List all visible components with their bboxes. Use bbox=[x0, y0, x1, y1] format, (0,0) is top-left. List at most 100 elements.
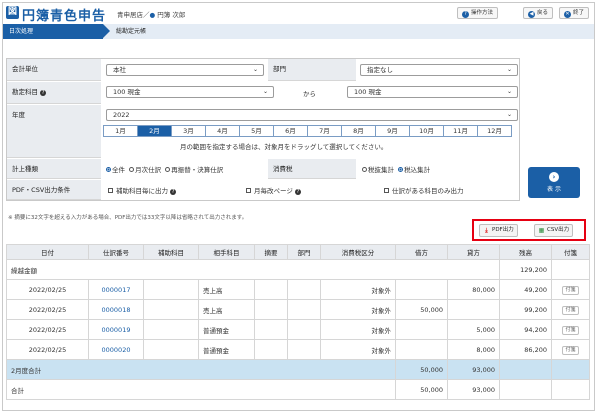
month-7[interactable]: 7月 bbox=[308, 126, 342, 136]
cell-credit: 8,000 bbox=[447, 339, 500, 360]
month-11[interactable]: 11月 bbox=[444, 126, 478, 136]
pdf-opt-sub[interactable]: 補助科目毎に出力 ? bbox=[108, 185, 177, 195]
dept-select[interactable]: 指定なし ⌄ bbox=[360, 64, 518, 76]
carryover-label: 繰越金額 bbox=[6, 259, 500, 280]
cell-balance: 94,200 bbox=[499, 319, 552, 340]
show-button[interactable]: › 表 示 bbox=[528, 167, 580, 198]
total-label: 合計 bbox=[6, 379, 396, 400]
ledger-table: 日付 仕訳番号 補助科目 相手科目 摘要 部門 消費税区分 借方 貸方 残高 付箋 繰越金額 129… bbox=[6, 244, 590, 400]
cell-date: 2022/02/25 bbox=[6, 319, 89, 340]
cell-tax: 対象外 bbox=[320, 319, 396, 340]
cell-sub bbox=[143, 279, 199, 300]
tax-label: 消費税 bbox=[268, 159, 356, 179]
carryover-tag bbox=[551, 259, 590, 280]
pdf-icon: ⤓ bbox=[485, 227, 488, 234]
calc-option-all[interactable]: 全件 bbox=[106, 166, 125, 174]
account-to-select[interactable]: 100 現金 ⌄ bbox=[347, 86, 518, 98]
cell-date: 2022/02/25 bbox=[6, 339, 89, 360]
table-row: 2022/02/25 0000020 普通預金 対象外 8,000 86,200 付箋 bbox=[6, 339, 590, 360]
pdf-opt-sub-label: 補助科目毎に出力 bbox=[116, 187, 168, 195]
total-tag bbox=[551, 379, 590, 400]
cell-balance: 86,200 bbox=[499, 339, 552, 360]
month-8[interactable]: 8月 bbox=[342, 126, 376, 136]
sticky-note-button[interactable]: 付箋 bbox=[562, 345, 579, 355]
close-button[interactable]: ✕ 終了 bbox=[559, 7, 590, 19]
cell-sub bbox=[143, 319, 199, 340]
cell-date: 2022/02/25 bbox=[6, 299, 89, 320]
app-logo-icon: 図 bbox=[6, 6, 19, 19]
sticky-note-button[interactable]: 付箋 bbox=[562, 305, 579, 315]
help-icon[interactable]: ? bbox=[294, 189, 301, 195]
chevron-down-icon: ⌄ bbox=[506, 66, 512, 73]
col-header: 部門 bbox=[287, 244, 321, 260]
cell-credit: 5,000 bbox=[447, 319, 500, 340]
tax-option-incl-label: 税込集計 bbox=[404, 166, 431, 174]
carryover-row: 繰越金額 129,200 bbox=[6, 259, 590, 280]
unit-select[interactable]: 本社 ⌄ bbox=[106, 64, 264, 76]
dept-label: 部門 bbox=[268, 59, 356, 81]
month-3[interactable]: 3月 bbox=[172, 126, 206, 136]
calc-option-closing[interactable]: 再振替・決算仕訳 bbox=[165, 166, 223, 174]
radio-off-icon bbox=[129, 167, 135, 172]
export-highlight: ⤓ PDF出力 ▦ CSV出力 bbox=[472, 219, 586, 241]
close-button-label: 終了 bbox=[573, 10, 585, 16]
help-icon[interactable]: ? bbox=[40, 90, 47, 96]
cell-no[interactable]: 0000018 bbox=[88, 299, 144, 320]
col-header: 残高 bbox=[499, 244, 552, 260]
account-from-select[interactable]: 100 現金 ⌄ bbox=[106, 86, 274, 98]
checkbox-icon bbox=[108, 188, 113, 193]
month-6[interactable]: 6月 bbox=[274, 126, 308, 136]
total-label: 2月度合計 bbox=[6, 359, 396, 380]
month-hint: 月の範囲を指定する場合は、対象月をドラッグして選択してください。 bbox=[180, 143, 388, 151]
help-button[interactable]: ? 操作方法 bbox=[457, 7, 499, 19]
chevron-down-icon: ⌄ bbox=[506, 111, 512, 118]
total-credit: 93,000 bbox=[447, 379, 500, 400]
cell-tax: 対象外 bbox=[320, 279, 396, 300]
cell-debit bbox=[395, 279, 448, 300]
pdf-opt-only[interactable]: 仕訳がある科目のみ出力 bbox=[384, 185, 464, 195]
col-header: 相手科目 bbox=[198, 244, 255, 260]
col-header: 仕訳番号 bbox=[88, 244, 144, 260]
tax-option-incl[interactable]: 税込集計 bbox=[398, 166, 430, 174]
calc-options: 全件 月次仕訳 再振替・決算仕訳 bbox=[106, 164, 223, 174]
tax-option-excl[interactable]: 税抜集計 bbox=[362, 166, 394, 174]
radio-on-icon bbox=[398, 167, 404, 172]
app-header: 図 円簿青色申告 青申居店／● 円簿 次郎 ? 操作方法 ◀ 戻る ✕ 終了 bbox=[3, 3, 594, 24]
breadcrumb-daily[interactable]: 日次処理 bbox=[3, 24, 110, 39]
unit-label: 会計単位 bbox=[7, 59, 101, 81]
pdf-export-button[interactable]: ⤓ PDF出力 bbox=[479, 224, 518, 237]
month-9[interactable]: 9月 bbox=[376, 126, 410, 136]
month-10[interactable]: 10月 bbox=[410, 126, 444, 136]
sticky-note-button[interactable]: 付箋 bbox=[562, 325, 579, 335]
arrow-right-icon: › bbox=[549, 172, 559, 182]
cell-counter: 普通預金 bbox=[198, 319, 255, 340]
cell-credit bbox=[447, 299, 500, 320]
account-label-text: 勘定科目 bbox=[12, 88, 38, 96]
show-button-label: 表 示 bbox=[547, 186, 561, 193]
month-2[interactable]: 2月 bbox=[138, 126, 172, 136]
back-button[interactable]: ◀ 戻る bbox=[523, 7, 554, 19]
cell-no[interactable]: 0000019 bbox=[88, 319, 144, 340]
calc-option-monthly[interactable]: 月次仕訳 bbox=[129, 166, 161, 174]
account-label: 勘定科目 ? bbox=[7, 82, 101, 104]
cell-no[interactable]: 0000020 bbox=[88, 339, 144, 360]
col-header: 借方 bbox=[395, 244, 448, 260]
cell-no[interactable]: 0000017 bbox=[88, 279, 144, 300]
account-from-value: 100 現金 bbox=[113, 88, 141, 96]
help-icon[interactable]: ? bbox=[170, 189, 177, 195]
year-select[interactable]: 2022 ⌄ bbox=[106, 109, 518, 121]
sticky-note-button[interactable]: 付箋 bbox=[562, 285, 579, 295]
csv-export-button[interactable]: ▦ CSV出力 bbox=[534, 224, 574, 237]
pdf-opt-monthly[interactable]: 月毎改ページ ? bbox=[246, 185, 301, 195]
month-12[interactable]: 12月 bbox=[478, 126, 511, 136]
cell-counter: 売上高 bbox=[198, 299, 255, 320]
month-5[interactable]: 5月 bbox=[240, 126, 274, 136]
table-row: 2022/02/25 0000017 売上高 対象外 80,000 49,200 付箋 bbox=[6, 279, 590, 300]
month-1[interactable]: 1月 bbox=[104, 126, 138, 136]
cell-balance: 99,200 bbox=[499, 299, 552, 320]
year-select-value: 2022 bbox=[113, 111, 130, 119]
cell-sub bbox=[143, 339, 199, 360]
carryover-balance: 129,200 bbox=[499, 259, 552, 280]
month-4[interactable]: 4月 bbox=[206, 126, 240, 136]
chevron-down-icon: ⌄ bbox=[262, 88, 268, 95]
